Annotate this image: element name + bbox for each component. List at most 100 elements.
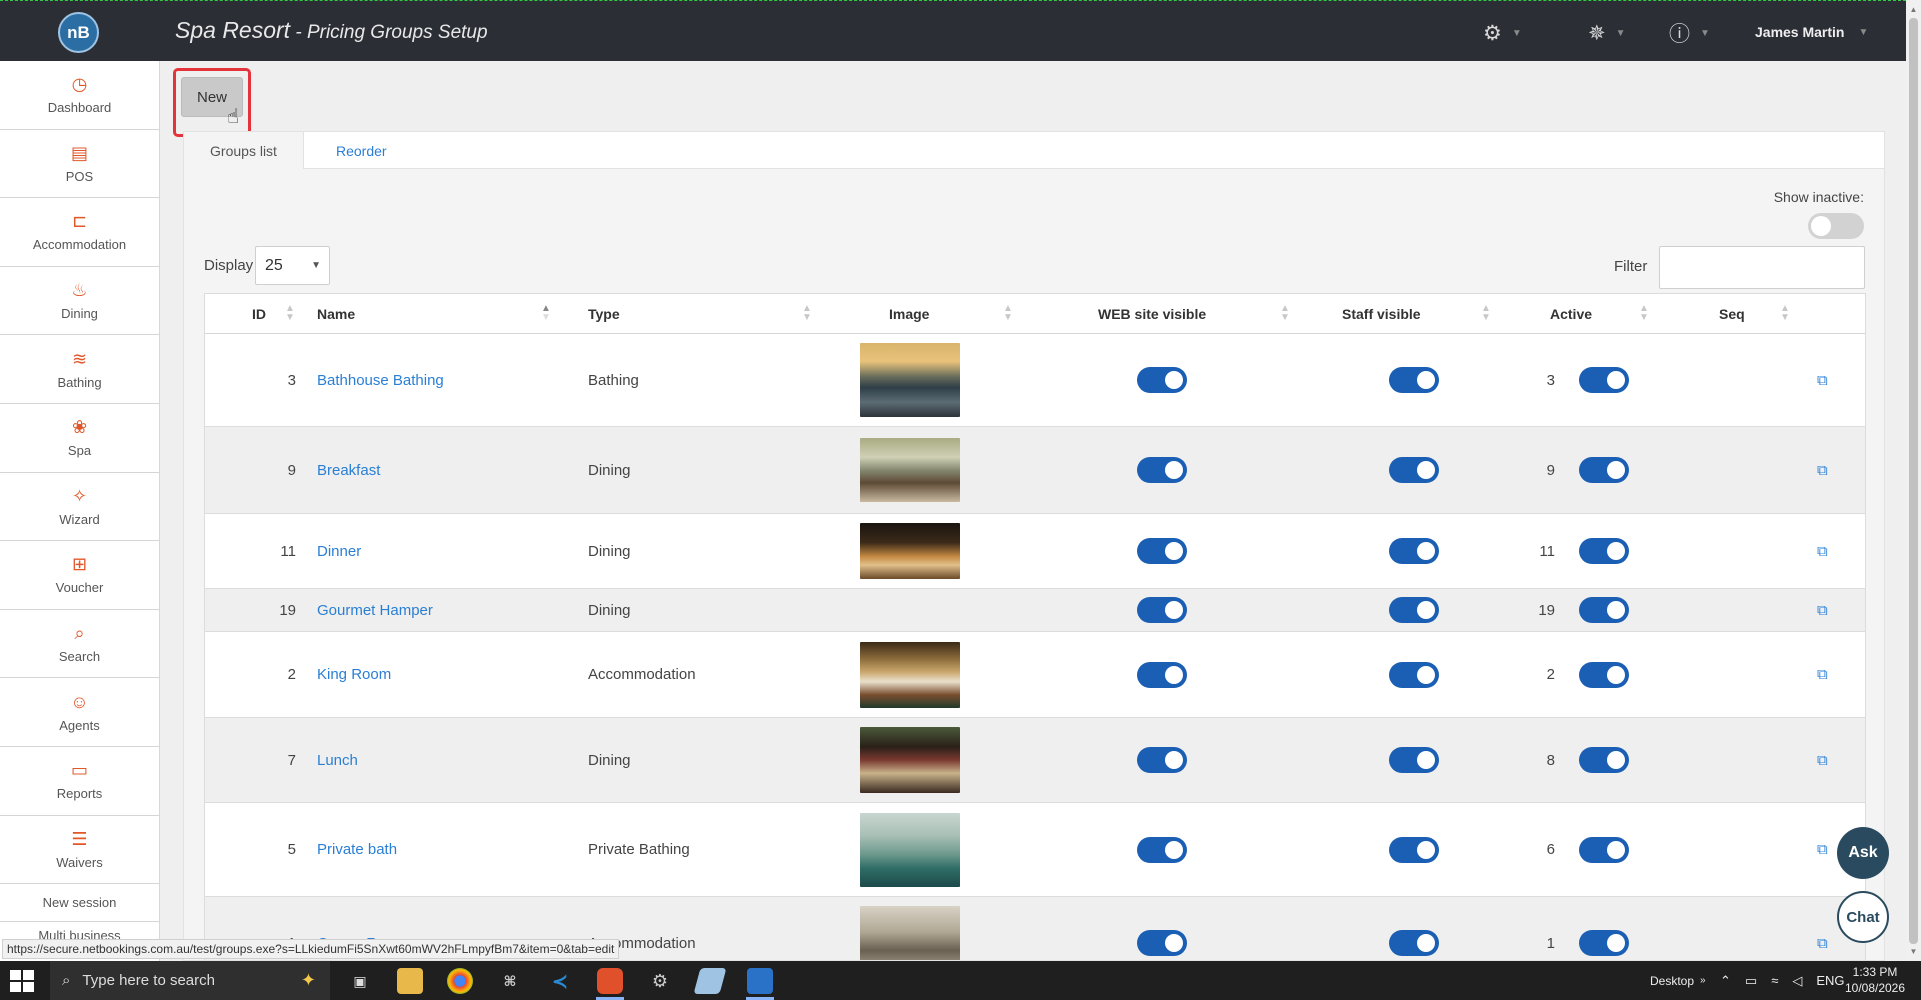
system-tray[interactable]: ⌃ ▭ ≈ ◁ ENG xyxy=(1720,961,1845,1000)
column-header-staff-visible[interactable]: Staff visible xyxy=(1342,294,1421,334)
private-bath-photo xyxy=(860,812,960,887)
copy-icon[interactable]: ⧉ xyxy=(1817,514,1841,588)
copy-icon[interactable]: ⧉ xyxy=(1817,897,1841,960)
row-name-link[interactable]: Private bath xyxy=(317,803,397,896)
active-toggle[interactable] xyxy=(1579,457,1629,483)
column-header-image[interactable]: Image xyxy=(889,294,929,334)
integrations-menu[interactable]: ✵ ▼ xyxy=(1588,21,1626,45)
sidebar-item-dining[interactable]: ♨ Dining xyxy=(0,267,159,336)
task-view-icon[interactable]: ▣ xyxy=(347,968,373,994)
copy-icon[interactable]: ⧉ xyxy=(1817,632,1841,717)
web-visible-toggle[interactable] xyxy=(1137,367,1187,393)
settings-gear-icon[interactable]: ⚙ xyxy=(647,968,673,994)
sidebar-item-reports[interactable]: ▭ Reports xyxy=(0,747,159,816)
outlook-icon[interactable] xyxy=(747,968,773,994)
sidebar-item-pos[interactable]: ▤ POS xyxy=(0,130,159,199)
active-toggle[interactable] xyxy=(1579,747,1629,773)
chat-button[interactable]: Chat xyxy=(1837,891,1889,943)
sidebar-item-label: Reports xyxy=(56,786,103,802)
taskbar-search[interactable]: ⌕ Type here to search ✦ xyxy=(50,961,330,1000)
netbookings-logo[interactable]: nB xyxy=(58,12,99,53)
desktop-label: Desktop xyxy=(1650,973,1695,988)
column-label: Type xyxy=(588,306,620,322)
active-toggle[interactable] xyxy=(1579,367,1629,393)
sort-icon: ▲ ▼ xyxy=(1003,303,1013,323)
active-toggle[interactable] xyxy=(1579,661,1629,688)
row-type: Dining xyxy=(588,542,631,560)
sidebar-item-dashboard[interactable]: ◷ Dashboard xyxy=(0,61,159,130)
sidebar-item-spa[interactable]: ❀ Spa xyxy=(0,404,159,473)
breakfast-table-photo xyxy=(860,438,960,502)
active-toggle[interactable] xyxy=(1579,597,1629,623)
web-visible-toggle[interactable] xyxy=(1137,661,1187,688)
sidebar-item-wizard[interactable]: ✧ Wizard xyxy=(0,473,159,542)
sidebar-item-agents[interactable]: ☺ Agents xyxy=(0,678,159,747)
sidebar-item-voucher[interactable]: ⊞ Voucher xyxy=(0,541,159,610)
column-header-web-visible[interactable]: WEB site visible xyxy=(1098,294,1206,334)
sort-icon: ▲ ▼ xyxy=(1481,303,1491,323)
active-toggle[interactable] xyxy=(1579,930,1629,956)
vscode-icon[interactable]: ≺ xyxy=(547,968,573,994)
sidebar-item-bathing[interactable]: ≋ Bathing xyxy=(0,335,159,404)
web-visible-toggle[interactable] xyxy=(1137,457,1187,483)
file-explorer-icon[interactable] xyxy=(397,968,423,994)
column-header-name[interactable]: Name xyxy=(317,294,355,334)
new-session-link[interactable]: New session xyxy=(0,884,159,923)
notes-app-icon[interactable] xyxy=(693,968,727,994)
scrollbar-thumb[interactable] xyxy=(1909,18,1918,944)
active-toggle[interactable] xyxy=(1579,836,1629,863)
help-menu[interactable]: ⓘ ▼ xyxy=(1669,21,1710,46)
settings-menu[interactable]: ⚙ ▼ xyxy=(1483,21,1522,45)
user-menu[interactable]: James Martin ▼ xyxy=(1755,24,1868,40)
copy-icon[interactable]: ⧉ xyxy=(1817,589,1841,631)
sidebar-item-waivers[interactable]: ☰ Waivers xyxy=(0,816,159,885)
desktop-toolbar[interactable]: Desktop » xyxy=(1650,961,1706,1000)
waves-icon: ≋ xyxy=(71,348,88,369)
row-name-link[interactable]: King Room xyxy=(317,632,391,717)
column-header-seq[interactable]: Seq xyxy=(1719,294,1745,334)
taskbar-clock[interactable]: 1:33 PM 10/08/2026 xyxy=(1840,964,1910,996)
column-label: Name xyxy=(317,306,356,322)
active-toggle[interactable] xyxy=(1579,538,1629,564)
chrome-icon[interactable] xyxy=(447,968,473,994)
sort-icon: ▲ ▼ xyxy=(1780,303,1790,323)
web-visible-toggle[interactable] xyxy=(1137,597,1187,623)
column-header-id[interactable]: ID xyxy=(252,294,266,334)
show-inactive-toggle[interactable] xyxy=(1808,213,1864,239)
tab-reorder[interactable]: Reorder xyxy=(336,132,387,170)
terminal-icon[interactable]: ⌘ xyxy=(497,968,523,994)
row-name-link[interactable]: Lunch xyxy=(317,718,358,802)
row-name-link[interactable]: Dinner xyxy=(317,514,361,588)
copy-icon[interactable]: ⧉ xyxy=(1817,718,1841,802)
column-header-type[interactable]: Type xyxy=(588,294,620,334)
chevron-up-icon: ⌃ xyxy=(1720,972,1731,988)
scroll-up-icon[interactable]: ▲ xyxy=(1906,2,1921,17)
ask-button[interactable]: Ask xyxy=(1837,827,1889,879)
brave-browser-icon[interactable] xyxy=(597,968,623,994)
row-name-link[interactable]: Bathhouse Bathing xyxy=(317,334,444,426)
filter-input[interactable] xyxy=(1659,246,1865,289)
copy-icon[interactable]: ⧉ xyxy=(1817,427,1841,513)
page-scrollbar[interactable]: ▲ ▼ xyxy=(1906,0,1921,961)
copy-icon[interactable]: ⧉ xyxy=(1817,334,1841,426)
display-count-select[interactable]: 25 ▼ xyxy=(255,246,330,285)
row-id: 19 xyxy=(279,601,296,619)
scroll-down-icon[interactable]: ▼ xyxy=(1906,944,1921,959)
web-visible-toggle[interactable] xyxy=(1137,836,1187,863)
table-row: 19 Gourmet Hamper Dining 19 ⧉ xyxy=(205,589,1865,632)
row-name-link[interactable]: Gourmet Hamper xyxy=(317,589,433,631)
web-visible-toggle[interactable] xyxy=(1137,747,1187,773)
web-visible-toggle[interactable] xyxy=(1137,930,1187,956)
column-header-active[interactable]: Active xyxy=(1550,294,1592,334)
column-label: Staff visible xyxy=(1342,306,1421,322)
row-id: 7 xyxy=(287,751,296,769)
sidebar-item-accommodation[interactable]: ⊏ Accommodation xyxy=(0,198,159,267)
web-visible-toggle[interactable] xyxy=(1137,538,1187,564)
row-name-link[interactable]: Breakfast xyxy=(317,427,380,513)
windows-start-icon[interactable] xyxy=(10,970,34,992)
sparkle-icon: ✦ xyxy=(300,970,316,990)
sidebar-item-search[interactable]: ⌕ Search xyxy=(0,610,159,679)
groups-table: ID ▲ ▼ Name ▲ ▼ Type ▲ ▼ Image ▲ ▼ WEB site … xyxy=(204,293,1866,960)
tab-groups-list[interactable]: Groups list xyxy=(184,132,304,170)
display-count-value: 25 xyxy=(265,256,283,274)
